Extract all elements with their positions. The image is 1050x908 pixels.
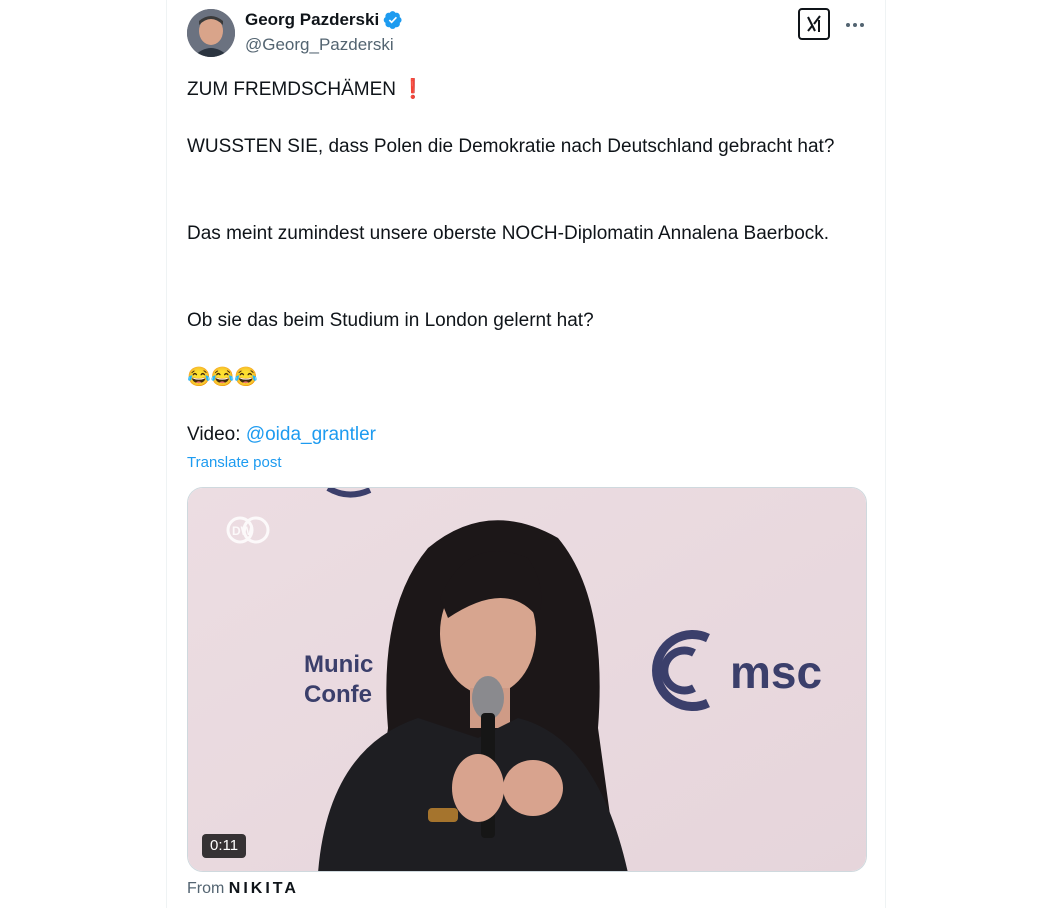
translate-post-link[interactable]: Translate post — [187, 454, 282, 471]
msc-logo-text: msc — [730, 646, 822, 698]
tweet-paragraph-3: Das meint zumindest unsere oberste NOCH-… — [187, 223, 830, 244]
tweet-paragraph-2: WUSSTEN SIE, dass Polen die Demokratie n… — [187, 136, 835, 157]
author-name[interactable]: Georg Pazderski — [245, 10, 379, 30]
author-handle[interactable]: @Georg_Pazderski — [245, 35, 394, 55]
svg-text:DW: DW — [232, 524, 253, 538]
tweet-headline: ZUM FREMDSCHÄMEN — [187, 79, 396, 100]
backdrop-text-2: Confe — [304, 681, 372, 708]
video-credit-label: Video: — [187, 424, 246, 445]
tweet-card: Georg Pazderski @Georg_Pazderski ZUM FRE… — [166, 0, 886, 908]
mention-link[interactable]: @oida_grantler — [246, 424, 376, 445]
author-avatar[interactable] — [187, 9, 235, 57]
tweet-video-credit: Video: @oida_grantler — [187, 420, 867, 449]
from-source-link[interactable]: NIKITA — [229, 880, 299, 897]
grok-button[interactable] — [798, 8, 830, 40]
video-duration-badge: 0:11 — [202, 834, 247, 858]
tweet-paragraph-4: Ob sie das beim Studium in London gelern… — [187, 310, 594, 331]
grok-icon — [807, 15, 821, 32]
author-name-row: Georg Pazderski — [245, 10, 403, 30]
video-player[interactable]: msc Munic Confe DW 0:11 — [187, 487, 867, 872]
tweet-line-1: ZUM FREMDSCHÄMEN ❗ — [187, 75, 867, 104]
tweet-emojis: 😂😂😂 — [187, 367, 258, 388]
video-frame: msc Munic Confe DW — [188, 488, 866, 871]
from-label: From — [187, 880, 225, 897]
exclamation-emoji: ❗ — [401, 79, 425, 100]
verified-badge-icon — [383, 10, 403, 30]
backdrop-text-1: Munic — [304, 651, 373, 678]
more-dots-icon — [846, 23, 864, 27]
from-attribution: From NIKITA — [187, 880, 299, 898]
avatar-image — [187, 9, 235, 57]
more-options-button[interactable] — [841, 12, 869, 38]
